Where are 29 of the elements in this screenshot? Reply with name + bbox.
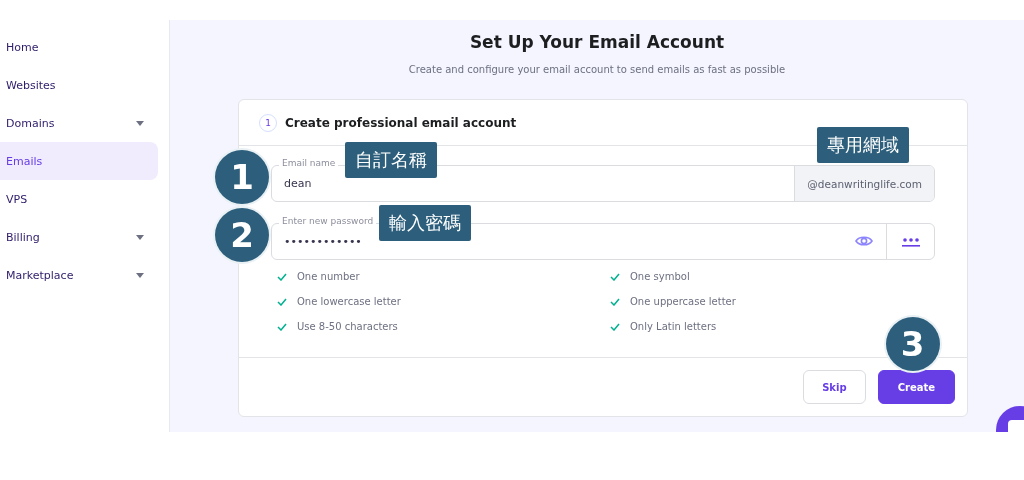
- create-button[interactable]: Create: [877, 370, 955, 404]
- sidebar-item[interactable]: VPS: [0, 180, 158, 218]
- dots-icon: [901, 236, 920, 247]
- sidebar-item[interactable]: Home: [0, 28, 158, 66]
- domain-suffix: @deanwritinglife.com: [794, 166, 934, 201]
- sidebar-item[interactable]: Websites: [0, 66, 158, 104]
- requirement-text: One symbol: [630, 271, 690, 282]
- requirement-text: One number: [297, 271, 360, 282]
- sidebar-item[interactable]: Domains: [0, 104, 158, 142]
- skip-button[interactable]: Skip: [803, 370, 866, 404]
- step-marker: 1: [215, 150, 269, 204]
- sidebar-item[interactable]: Marketplace: [0, 256, 158, 294]
- annotation-label: 自訂名稱: [345, 142, 437, 178]
- annotation-label: 專用網域: [817, 127, 909, 163]
- annotation-label: 輸入密碼: [379, 205, 471, 241]
- sidebar-item[interactable]: Emails: [0, 142, 158, 180]
- page-title: Set Up Your Email Account: [469, 32, 725, 52]
- field-label: Enter new password: [279, 216, 377, 226]
- requirement-text: Use 8-50 characters: [297, 321, 398, 332]
- sidebar-item[interactable]: Billing: [0, 218, 158, 256]
- requirement-text: Only Latin letters: [630, 321, 717, 332]
- requirement-text: One uppercase letter: [630, 296, 736, 307]
- step-marker: 2: [215, 208, 269, 262]
- page-subtitle: Create and configure your email account to send emails as fast as possible: [408, 64, 786, 75]
- eye-icon[interactable]: [855, 235, 873, 247]
- step-marker: 3: [885, 317, 940, 371]
- requirement-text: One lowercase letter: [297, 296, 401, 307]
- field-label: Email name: [279, 158, 339, 168]
- card-title: Create professional email account: [285, 115, 517, 130]
